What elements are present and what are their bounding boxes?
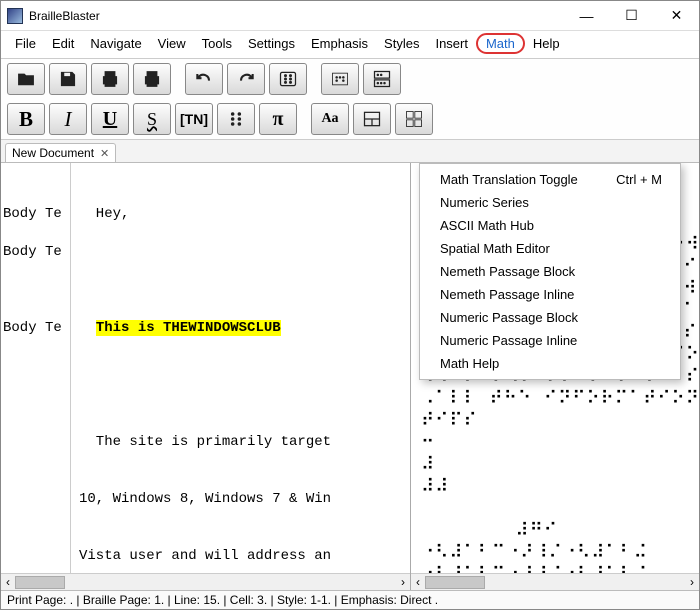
italic-icon[interactable]: I [49,103,87,135]
menu-help[interactable]: Help [525,34,568,53]
toolbar: B I U S [TN] π Aa [1,59,699,140]
maximize-button[interactable]: ☐ [609,2,654,30]
menu-insert[interactable]: Insert [427,34,476,53]
dd-spatial-math-editor[interactable]: Spatial Math Editor [420,237,680,260]
status-bar: Print Page: . | Braille Page: 1. | Line:… [1,590,699,609]
minimize-button[interactable]: ― [564,2,609,30]
dd-math-translation-toggle[interactable]: Math Translation ToggleCtrl + M [420,168,680,191]
dd-nemeth-passage-block[interactable]: Nemeth Passage Block [420,260,680,283]
redo-icon[interactable] [227,63,265,95]
menu-file[interactable]: File [7,34,44,53]
document-tab[interactable]: New Document ✕ [5,143,116,162]
close-button[interactable]: ✕ [654,2,699,30]
menu-navigate[interactable]: Navigate [82,34,149,53]
dd-numeric-passage-inline[interactable]: Numeric Passage Inline [420,329,680,352]
app-icon [7,8,23,24]
print-h-scrollbar[interactable]: ‹ › [1,573,410,590]
six-key-icon[interactable] [269,63,307,95]
menu-math[interactable]: Math [476,33,525,54]
document-tab-bar: New Document ✕ [1,140,699,163]
emboss-icon[interactable] [133,63,171,95]
menu-settings[interactable]: Settings [240,34,303,53]
menu-bar: File Edit Navigate View Tools Settings E… [1,31,699,59]
workspace: Math Translation ToggleCtrl + M Numeric … [1,163,699,590]
print-icon[interactable] [91,63,129,95]
dd-numeric-passage-block[interactable]: Numeric Passage Block [420,306,680,329]
open-icon[interactable] [7,63,45,95]
script-icon[interactable]: S [133,103,171,135]
grid-image-icon[interactable] [395,103,433,135]
format-dots-icon[interactable] [363,63,401,95]
font-size-icon[interactable]: Aa [311,103,349,135]
menu-view[interactable]: View [150,34,194,53]
save-icon[interactable] [49,63,87,95]
window-title: BrailleBlaster [29,9,564,23]
math-pi-icon[interactable]: π [259,103,297,135]
tab-close-icon[interactable]: ✕ [100,147,109,160]
undo-icon[interactable] [185,63,223,95]
title-bar: BrailleBlaster ― ☐ ✕ [1,1,699,31]
menu-tools[interactable]: Tools [194,34,240,53]
dd-ascii-math-hub[interactable]: ASCII Math Hub [420,214,680,237]
bold-icon[interactable]: B [7,103,45,135]
menu-styles[interactable]: Styles [376,34,427,53]
braille-h-scrollbar[interactable]: ‹ › [411,573,699,590]
tn-style-icon[interactable]: [TN] [175,103,213,135]
menu-edit[interactable]: Edit [44,34,82,53]
math-menu-dropdown: Math Translation ToggleCtrl + M Numeric … [419,163,681,380]
print-view-pane: Body TeBody Te Body Te 1-11-11-1 1-1Body… [1,163,411,590]
layout-icon[interactable] [353,103,391,135]
braille-preview-icon[interactable] [321,63,359,95]
app-window: BrailleBlaster ― ☐ ✕ File Edit Navigate … [0,0,700,610]
dd-numeric-series[interactable]: Numeric Series [420,191,680,214]
tab-label: New Document [12,146,94,160]
dd-math-help[interactable]: Math Help [420,352,680,375]
dd-nemeth-passage-inline[interactable]: Nemeth Passage Inline [420,283,680,306]
underline-icon[interactable]: U [91,103,129,135]
print-editor[interactable]: Body TeBody Te Body Te 1-11-11-1 1-1Body… [1,163,410,573]
braille-cell-icon[interactable] [217,103,255,135]
style-gutter: Body TeBody Te Body Te 1-11-11-1 1-1Body… [1,163,71,573]
print-content[interactable]: Hey, This is THEWINDOWSCLUB The site is … [71,163,410,573]
menu-emphasis[interactable]: Emphasis [303,34,376,53]
